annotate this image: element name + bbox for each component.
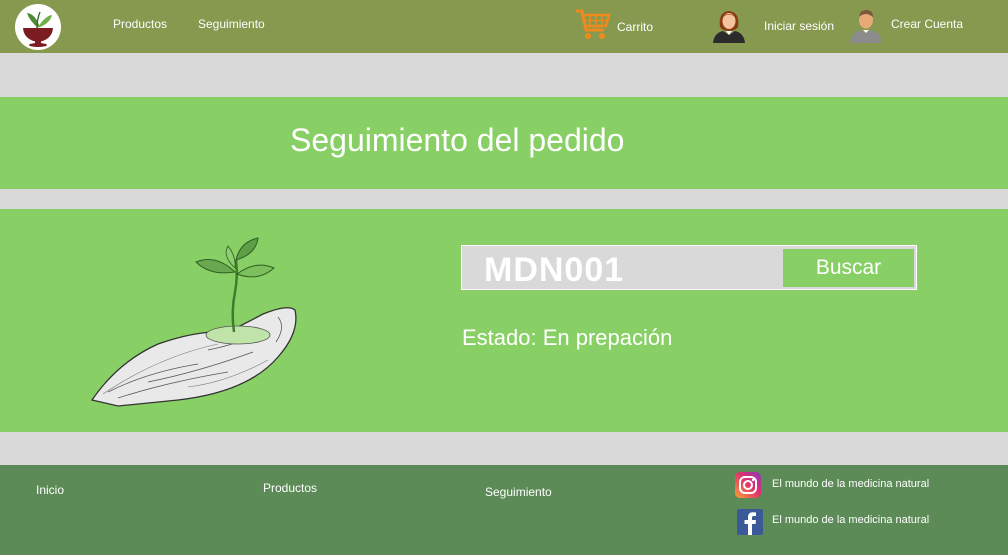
facebook-link-text[interactable]: El mundo de la medicina natural bbox=[772, 514, 929, 526]
facebook-icon[interactable] bbox=[737, 509, 763, 535]
mortar-leaf-icon bbox=[23, 11, 53, 47]
order-code-input[interactable]: MDN001 bbox=[484, 251, 624, 290]
footer-link-inicio[interactable]: Inicio bbox=[36, 483, 64, 497]
nav-link-productos[interactable]: Productos bbox=[113, 17, 167, 31]
instagram-link-text[interactable]: El mundo de la medicina natural bbox=[772, 478, 929, 490]
login-link[interactable]: Iniciar sesión bbox=[764, 19, 834, 33]
page-title: Seguimiento del pedido bbox=[290, 122, 625, 158]
plant-in-hand-illustration bbox=[88, 232, 303, 410]
order-search-box: MDN001 Buscar bbox=[461, 245, 917, 290]
signup-avatar-icon[interactable] bbox=[848, 9, 884, 43]
cart-label[interactable]: Carrito bbox=[617, 20, 653, 34]
instagram-icon[interactable] bbox=[735, 472, 761, 498]
brand-logo[interactable] bbox=[15, 4, 61, 50]
search-button[interactable]: Buscar bbox=[783, 249, 914, 287]
cart-icon[interactable] bbox=[574, 6, 612, 42]
nav-link-seguimiento[interactable]: Seguimiento bbox=[198, 17, 265, 31]
order-status-text: Estado: En prepación bbox=[462, 325, 673, 350]
login-avatar-icon[interactable] bbox=[711, 9, 747, 43]
signup-link[interactable]: Crear Cuenta bbox=[891, 17, 963, 31]
footer-link-seguimiento[interactable]: Seguimiento bbox=[485, 485, 552, 499]
footer-link-productos[interactable]: Productos bbox=[263, 481, 317, 495]
